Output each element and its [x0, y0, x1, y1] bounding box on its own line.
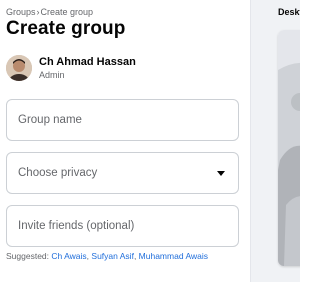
- page-title: Create group: [6, 18, 126, 39]
- group-name-input[interactable]: Group name: [6, 99, 239, 141]
- admin-role: Admin: [39, 70, 65, 80]
- suggested-friends: Suggested: Ch Awais, Sufyan Asif, Muhamm…: [6, 251, 208, 261]
- avatar: [6, 55, 32, 81]
- suggested-label: Suggested:: [6, 251, 50, 261]
- preview-cover-image: [278, 30, 300, 266]
- preview-card: [278, 30, 300, 266]
- create-group-form-panel: Groups›Create group Create group Ch Ahma…: [0, 0, 250, 282]
- preview-label: Desktop preview: [278, 7, 300, 17]
- breadcrumb-groups-link[interactable]: Groups: [6, 7, 36, 17]
- group-name-placeholder: Group name: [18, 114, 82, 126]
- caret-down-icon: [217, 171, 225, 176]
- suggested-friend-ch-awais[interactable]: Ch Awais: [51, 251, 86, 261]
- privacy-placeholder: Choose privacy: [18, 167, 98, 179]
- avatar-image: [6, 55, 32, 81]
- breadcrumb-separator: ›: [36, 7, 40, 17]
- invite-placeholder: Invite friends (optional): [18, 220, 135, 232]
- admin-info: Ch Ahmad Hassan Admin: [6, 55, 236, 83]
- invite-friends-input[interactable]: Invite friends (optional): [6, 205, 239, 247]
- suggested-friend-muhammad-awais[interactable]: Muhammad Awais: [139, 251, 208, 261]
- preview-panel: Desktop preview: [264, 0, 300, 282]
- panel-divider: [250, 0, 264, 282]
- suggested-friend-sufyan-asif[interactable]: Sufyan Asif: [91, 251, 134, 261]
- admin-name[interactable]: Ch Ahmad Hassan: [39, 56, 136, 68]
- privacy-select[interactable]: Choose privacy: [6, 152, 239, 194]
- breadcrumb: Groups›Create group: [6, 7, 93, 17]
- breadcrumb-current: Create group: [40, 7, 94, 17]
